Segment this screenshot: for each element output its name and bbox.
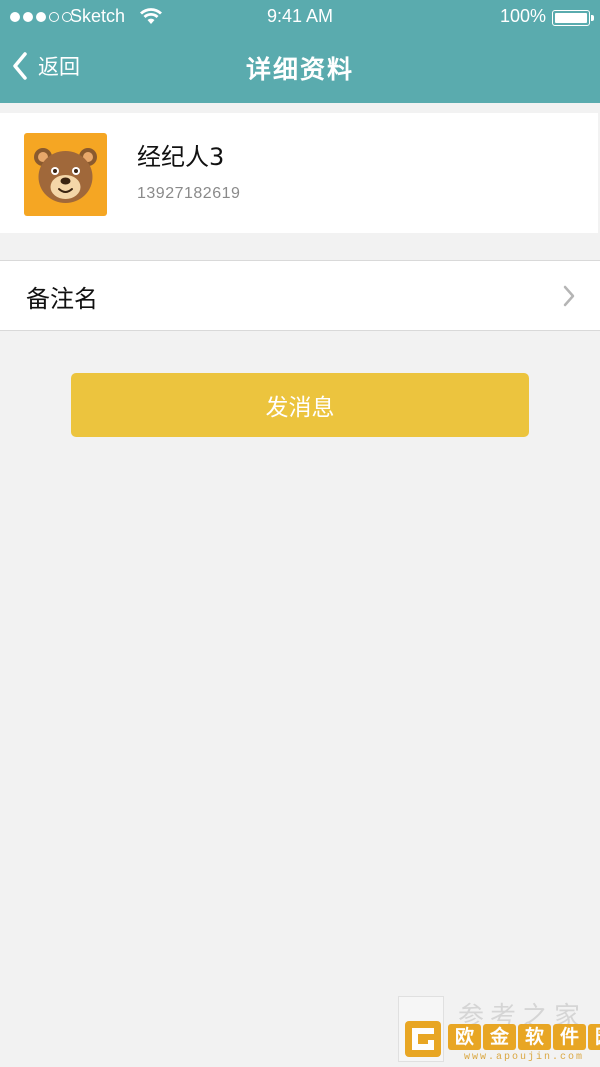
watermark-url: www.apoujin.com [464,1052,585,1063]
remark-label: 备注名 [26,285,98,313]
chevron-right-icon [563,285,575,307]
watermark-brand: 欧 金 软 件 园 [448,1024,600,1050]
watermark-logo-icon [405,1021,441,1057]
header: Sketch 9:41 AM 100% 返回 详细资料 [0,0,600,103]
profile-card: 经纪人3 13927182619 [0,113,598,233]
page-title: 详细资料 [245,55,354,84]
contact-phone: 13927182619 [137,185,241,202]
contact-name: 经纪人3 [137,143,225,171]
watermark-char: 欧 [448,1024,481,1050]
send-message-button[interactable]: 发消息 [71,373,529,437]
app-screen: Sketch 9:41 AM 100% 返回 详细资料 经纪人3 1392718… [0,0,600,1067]
battery-icon [552,10,594,26]
nav-bar: 返回 详细资料 [0,34,600,103]
remark-row[interactable]: 备注名 [0,260,600,331]
watermark-char: 金 [483,1024,516,1050]
battery-percent: 100% [499,6,546,26]
watermark-char: 软 [518,1024,551,1050]
watermark: 参考之家 欧 金 软 件 园 www.apoujin.com [398,996,600,1064]
watermark-char: 园 [588,1024,600,1050]
bear-avatar-icon [34,148,97,203]
status-bar: Sketch 9:41 AM 100% [0,0,600,34]
avatar[interactable] [24,133,107,216]
watermark-char: 件 [553,1024,586,1050]
